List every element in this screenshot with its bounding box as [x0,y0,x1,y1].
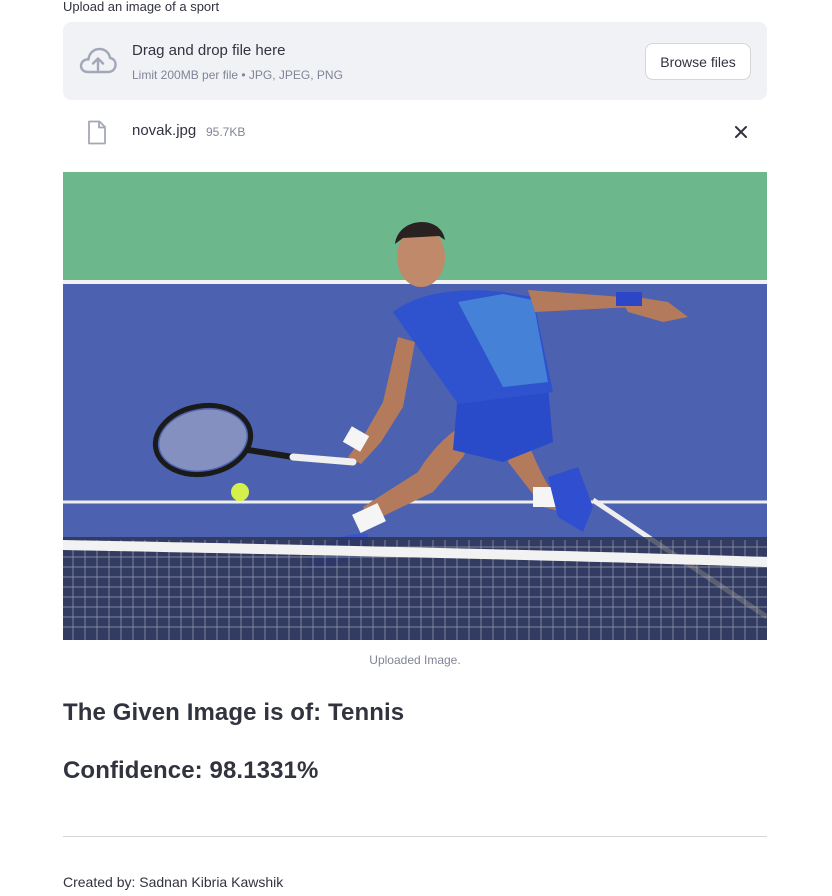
confidence-heading: Confidence: 98.1331% [63,757,319,784]
uploaded-image [63,172,767,640]
uploaded-file-row: novak.jpg 95.7KB [63,110,767,154]
cloud-upload-icon [79,47,117,74]
file-name: novak.jpg [132,122,197,139]
uploader-label: Upload an image of a sport [63,0,220,14]
footer-credit: Created by: Sadnan Kibria Kawshik [63,874,284,890]
file-dropzone[interactable]: Drag and drop file here Limit 200MB per … [63,22,767,100]
dropzone-limit: Limit 200MB per file • JPG, JPEG, PNG [132,68,343,82]
close-icon[interactable] [731,122,751,142]
browse-files-button[interactable]: Browse files [645,43,751,80]
file-icon [88,120,106,145]
divider [63,836,767,837]
image-caption: Uploaded Image. [369,653,461,667]
prediction-heading: The Given Image is of: Tennis [63,699,405,726]
file-size: 95.7KB [206,125,246,139]
dropzone-title: Drag and drop file here [132,42,286,59]
